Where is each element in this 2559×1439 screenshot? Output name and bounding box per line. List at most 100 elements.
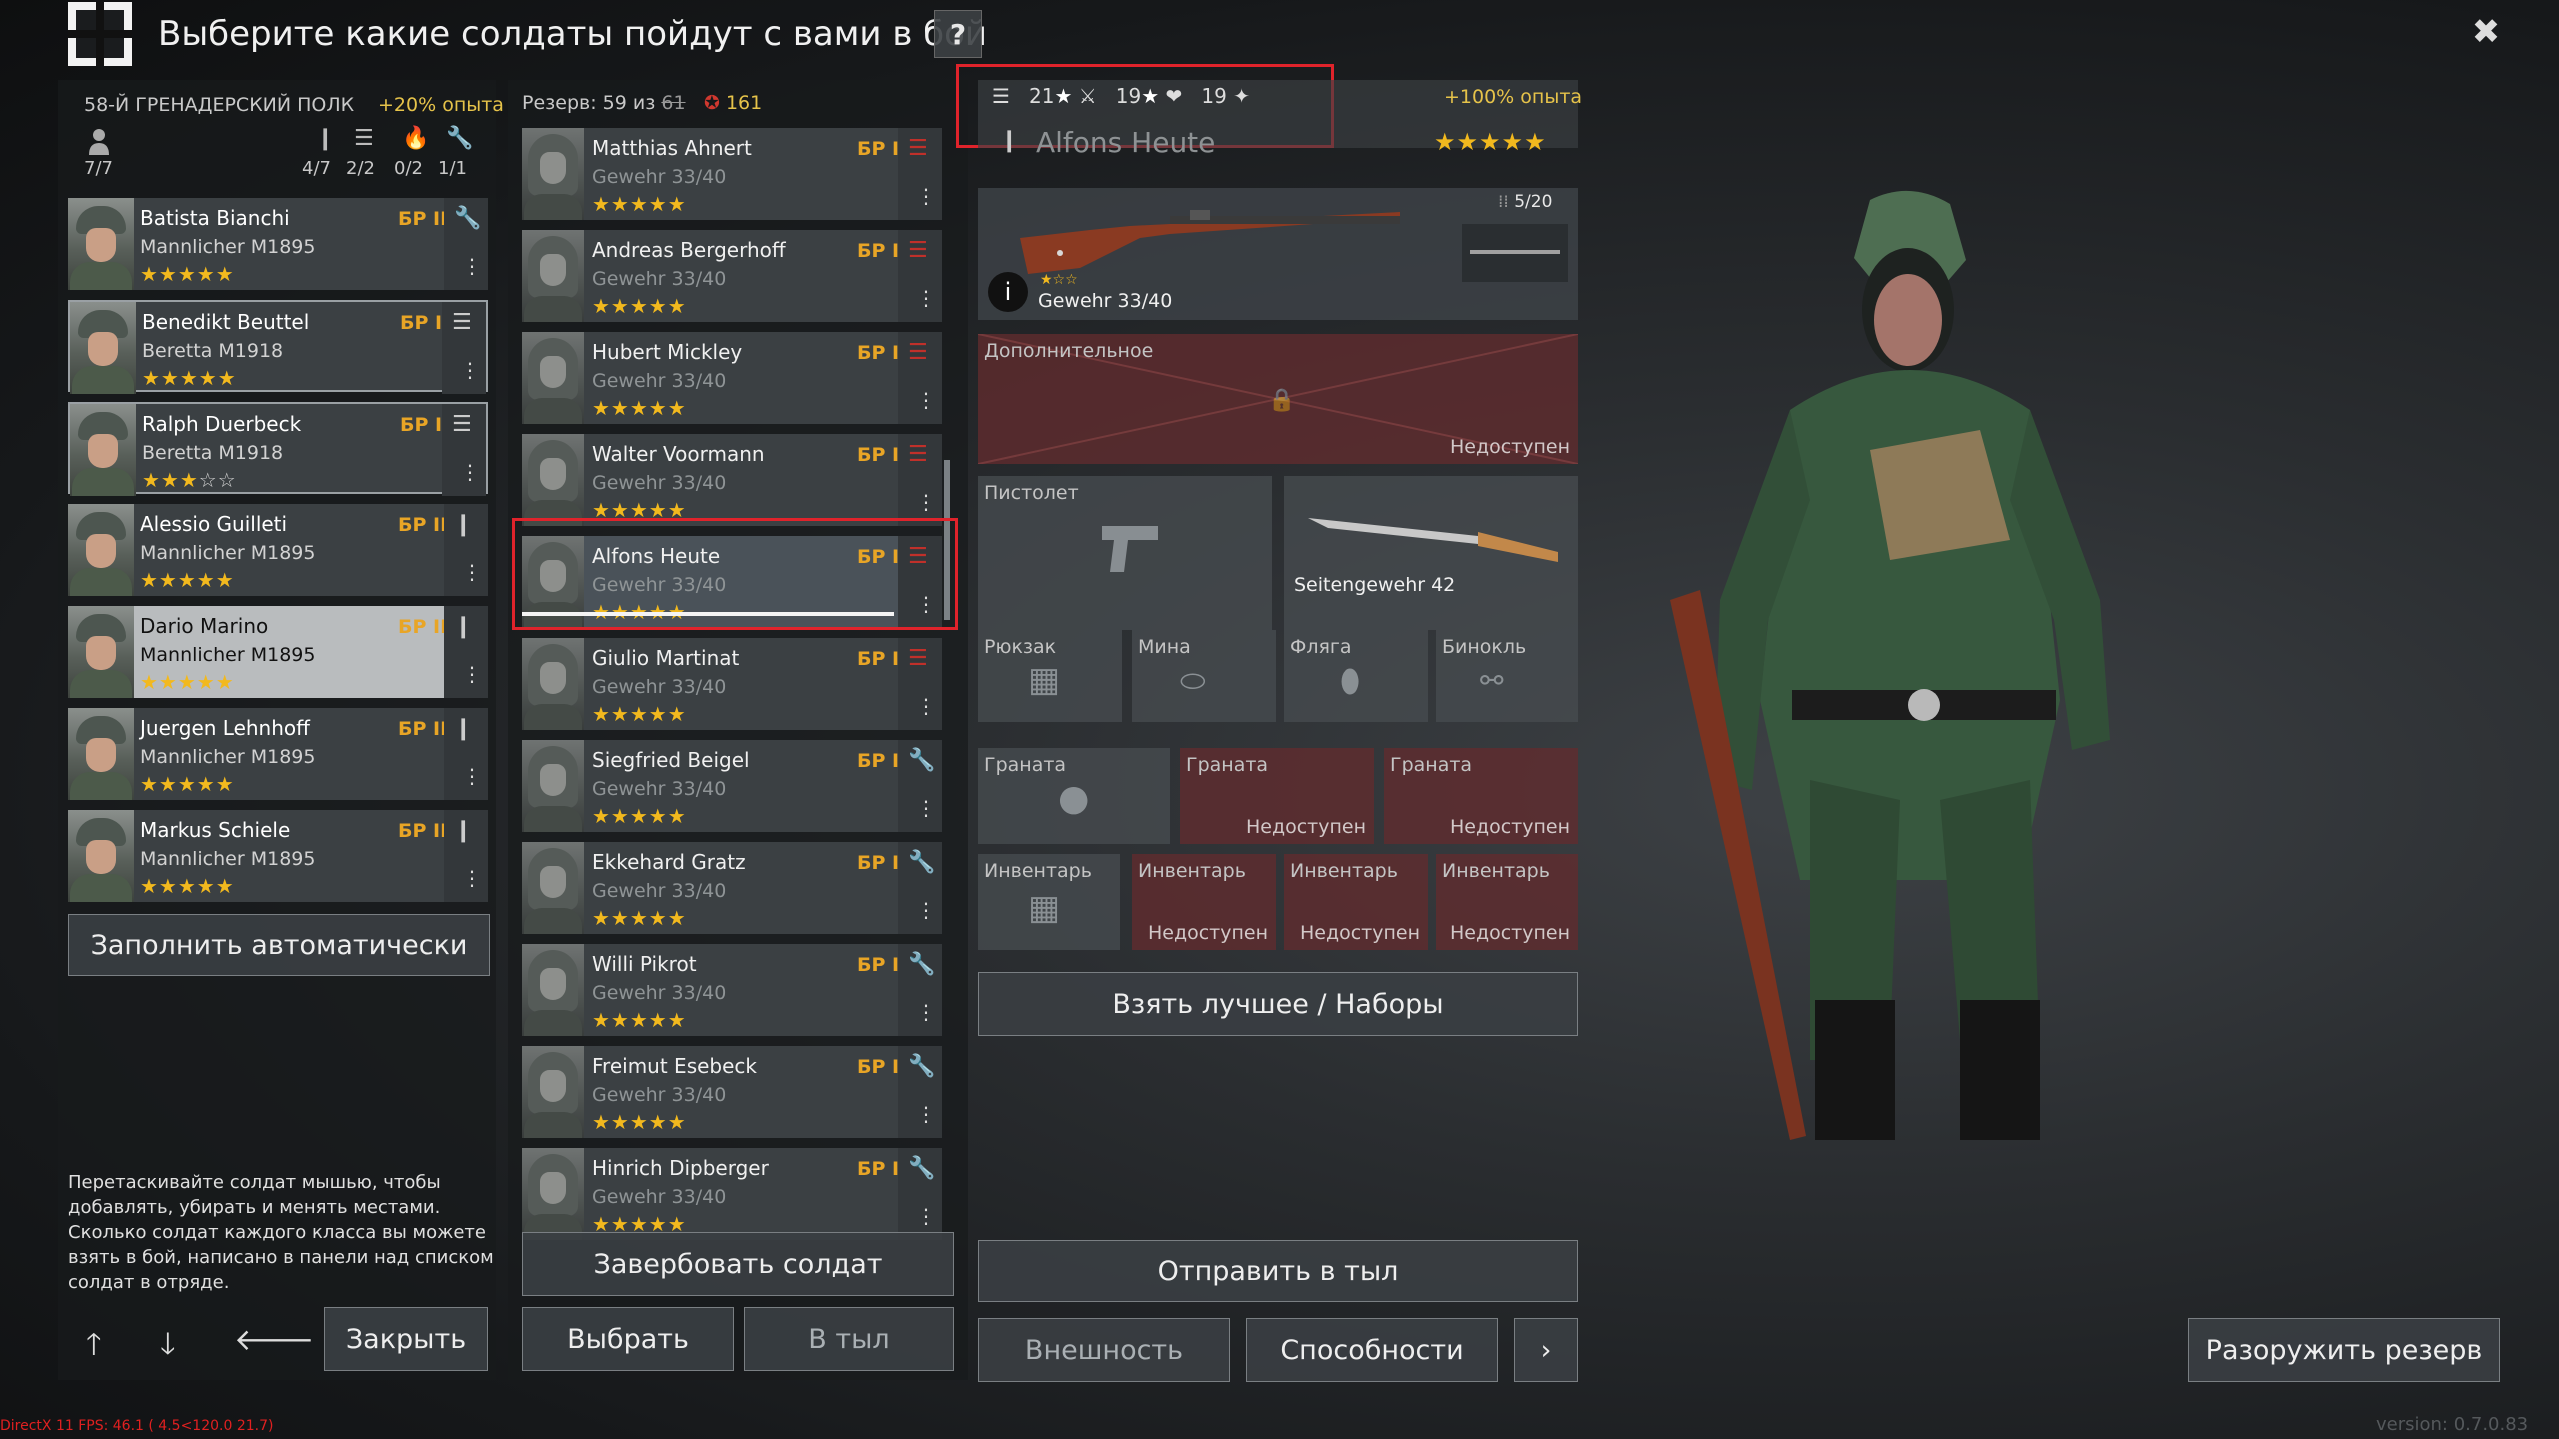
soldier-rank: БР II xyxy=(398,718,448,740)
more-options-icon[interactable]: ⋮ xyxy=(462,254,482,278)
bayonet-attachment-slot[interactable] xyxy=(1462,224,1568,282)
reserve-soldier-row[interactable]: Andreas Bergerhoff Gewehr 33/40 ★★★★★ БР I ☰… xyxy=(522,230,942,322)
squad-soldier-row[interactable]: Juergen Lehnhoff Mannlicher M1895 ★★★★★ БР … xyxy=(68,708,488,800)
close-icon[interactable]: ✖ xyxy=(2466,12,2506,52)
select-button[interactable]: Выбрать xyxy=(522,1307,734,1371)
soldier-weapon: Gewehr 33/40 xyxy=(592,166,727,188)
info-icon[interactable]: i xyxy=(988,272,1028,312)
next-arrow-button[interactable]: › xyxy=(1514,1318,1578,1382)
primary-weapon-slot[interactable]: i ★☆☆ Gewehr 33/40 ⁞⁞ 5/20 xyxy=(978,188,1578,320)
stat-b: 19 xyxy=(1115,84,1142,108)
more-options-icon[interactable]: ⋮ xyxy=(462,662,482,686)
pistol-slot[interactable]: Пистолет xyxy=(978,476,1272,630)
soldier-rank: БР II xyxy=(398,616,448,638)
pistol-icon xyxy=(1102,526,1158,572)
reserve-soldier-row[interactable]: Freimut Esebeck Gewehr 33/40 ★★★★★ БР I 🔧 ⋮ xyxy=(522,1046,942,1138)
soldier-weapon: Gewehr 33/40 xyxy=(592,982,727,1004)
arrow-up-icon[interactable]: 🡑 xyxy=(86,1322,102,1373)
balkenkreuz-logo-icon xyxy=(68,2,132,66)
grenade-label: Граната xyxy=(984,754,1067,776)
soldier-rank: БР II xyxy=(398,514,448,536)
help-text: Перетаскивайте солдат мышью, чтобы добав… xyxy=(68,1172,494,1293)
binoculars-slot[interactable]: Бинокль ⚯ xyxy=(1436,630,1578,722)
medal-count-value: 161 xyxy=(725,92,763,114)
reserve-soldier-row[interactable]: Willi Pikrot Gewehr 33/40 ★★★★★ БР I 🔧 ⋮ xyxy=(522,944,942,1036)
reserve-soldier-row[interactable]: Ekkehard Gratz Gewehr 33/40 ★★★★★ БР I 🔧 ⋮ xyxy=(522,842,942,934)
medal-icon: ✪ xyxy=(704,92,720,114)
autofill-button[interactable]: Заполнить автоматически xyxy=(68,914,490,976)
soldier-name: Willi Pikrot xyxy=(592,952,697,976)
soldier-weapon: Gewehr 33/40 xyxy=(592,676,727,698)
more-options-icon[interactable]: ⋮ xyxy=(916,796,936,820)
soldier-portrait xyxy=(522,842,584,934)
inventory-3-unavailable: Недоступен xyxy=(1299,922,1420,944)
arrow-down-icon[interactable]: 🡓 xyxy=(160,1322,176,1373)
disarm-reserve-button[interactable]: Разоружить резерв xyxy=(2188,1318,2500,1382)
squad-soldier-row[interactable]: Benedikt Beuttel Beretta M1918 ★★★★★ БР II ☰… xyxy=(68,300,488,394)
squad-name: 58-Й ГРЕНАДЕРСКИЙ ПОЛК xyxy=(84,94,355,116)
more-options-icon[interactable]: ⋮ xyxy=(462,866,482,890)
squad-soldier-row[interactable]: Dario Marino Mannlicher M1895 ★★★★★ БР II ❙ ⋮ xyxy=(68,606,488,698)
more-options-icon[interactable]: ⋮ xyxy=(916,490,936,514)
more-options-icon[interactable]: ⋮ xyxy=(916,694,936,718)
mine-slot[interactable]: Мина ⬭ xyxy=(1132,630,1276,722)
reserve-soldier-row[interactable]: Hinrich Dipberger Gewehr 33/40 ★★★★★ БР I 🔧 ⋮ xyxy=(522,1148,942,1240)
soldier-side: 🔧 ⋮ xyxy=(444,198,488,290)
rifle-icon: ❙ xyxy=(454,716,473,741)
recruit-button[interactable]: Завербовать солдат xyxy=(522,1232,954,1296)
soldier-stars: ★★★★★ xyxy=(1434,128,1547,156)
reserve-soldier-row[interactable]: Matthias Ahnert Gewehr 33/40 ★★★★★ БР I ☰ ⋮ xyxy=(522,128,942,220)
soldier-portrait xyxy=(522,1046,584,1138)
more-options-icon[interactable]: ⋮ xyxy=(462,764,482,788)
more-options-icon[interactable]: ⋮ xyxy=(916,286,936,310)
reserve-soldier-row[interactable]: Hubert Mickley Gewehr 33/40 ★★★★★ БР I ☰ ⋮ xyxy=(522,332,942,424)
inventory-4-unavailable: Недоступен xyxy=(1449,922,1570,944)
soldier-side: ☰ ⋮ xyxy=(898,638,942,730)
more-options-icon[interactable]: ⋮ xyxy=(916,1204,936,1228)
more-options-icon[interactable]: ⋮ xyxy=(460,358,480,382)
more-options-icon[interactable]: ⋮ xyxy=(462,560,482,584)
engineer-icon: 🔧 xyxy=(908,1054,936,1079)
abilities-button[interactable]: Способности xyxy=(1246,1318,1498,1382)
more-options-icon[interactable]: ⋮ xyxy=(460,460,480,484)
squad-soldier-row[interactable]: Ralph Duerbeck Beretta M1918 ★★★☆☆ БР II ☰ ⋮ xyxy=(68,402,488,496)
help-button[interactable]: ? xyxy=(934,10,982,58)
soldier-name: Alessio Guilleti xyxy=(140,512,288,536)
soldier-stars: ★★★★★ xyxy=(592,1008,687,1032)
more-options-icon[interactable]: ⋮ xyxy=(916,898,936,922)
backpack-icon: ▦ xyxy=(1028,660,1061,700)
soldier-side: ❙ ⋮ xyxy=(444,708,488,800)
take-best-button[interactable]: Взять лучшее / Наборы xyxy=(978,972,1578,1036)
stat-c: 19 xyxy=(1201,84,1227,108)
more-options-icon[interactable]: ⋮ xyxy=(916,184,936,208)
more-options-icon[interactable]: ⋮ xyxy=(916,388,936,412)
engineer-icon: 🔧 xyxy=(908,748,936,773)
engineer-icon: 🔧 xyxy=(908,1156,936,1181)
reserve-soldier-row[interactable]: Giulio Martinat Gewehr 33/40 ★★★★★ БР I ☰ ⋮ xyxy=(522,638,942,730)
appearance-button[interactable]: Внешность xyxy=(978,1318,1230,1382)
backpack-slot[interactable]: Рюкзак ▦ xyxy=(978,630,1122,722)
soldier-name: Hubert Mickley xyxy=(592,340,743,364)
ammo-value: 5/20 xyxy=(1514,192,1553,212)
squad-soldier-row[interactable]: Batista Bianchi Mannlicher M1895 ★★★★★ БР I… xyxy=(68,198,488,290)
soldier-portrait xyxy=(68,606,134,698)
close-button[interactable]: Закрыть xyxy=(324,1307,488,1371)
class-icon: ❙ xyxy=(1000,128,1019,153)
reserve-soldier-row[interactable]: Siegfried Beigel Gewehr 33/40 ★★★★★ БР I 🔧 ⋮ xyxy=(522,740,942,832)
grenade-slot-1[interactable]: Граната ● xyxy=(978,748,1170,844)
squad-soldier-row[interactable]: Markus Schiele Mannlicher M1895 ★★★★★ БР II… xyxy=(68,810,488,902)
arrow-left-icon[interactable]: 🡐 xyxy=(234,1322,314,1358)
grenade-icon: ● xyxy=(1058,778,1090,819)
to-rear-button[interactable]: В тыл xyxy=(744,1307,954,1371)
reserve-soldier-row[interactable]: Walter Voormann Gewehr 33/40 ★★★★★ БР I ☰ ⋮ xyxy=(522,434,942,526)
soldier-side: ☰ ⋮ xyxy=(898,230,942,322)
soldier-weapon: Gewehr 33/40 xyxy=(592,268,727,290)
extra-slot-label: Дополнительное xyxy=(984,340,1154,362)
more-options-icon[interactable]: ⋮ xyxy=(916,1000,936,1024)
inventory-slot-1[interactable]: Инвентарь ▦ xyxy=(978,854,1120,950)
flask-slot[interactable]: Фляга ⬮ xyxy=(1284,630,1428,722)
more-options-icon[interactable]: ⋮ xyxy=(916,1102,936,1126)
melee-slot[interactable]: Seitengewehr 42 xyxy=(1284,476,1578,630)
send-to-rear-button[interactable]: Отправить в тыл xyxy=(978,1240,1578,1302)
squad-soldier-row[interactable]: Alessio Guilleti Mannlicher M1895 ★★★★★ БР … xyxy=(68,504,488,596)
